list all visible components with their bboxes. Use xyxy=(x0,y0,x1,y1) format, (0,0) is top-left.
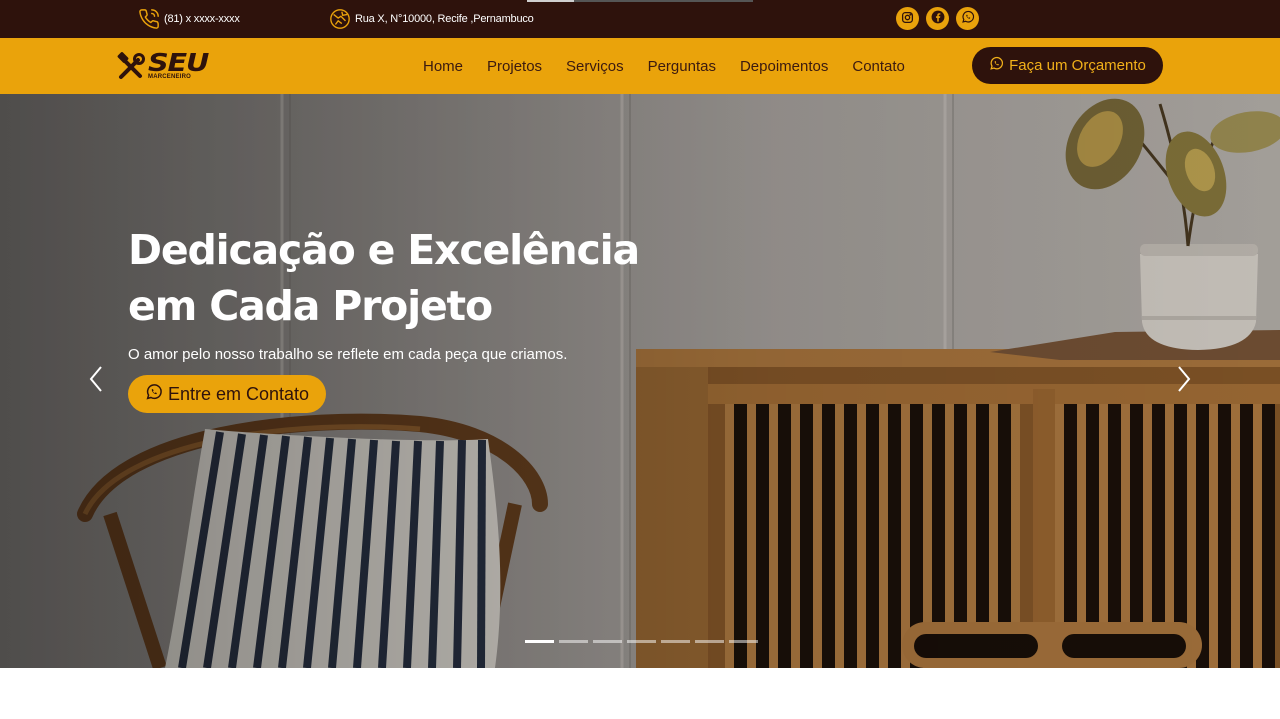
whatsapp-icon xyxy=(145,383,163,406)
contact-button-label: Entre em Contato xyxy=(167,383,310,404)
slider-dot[interactable] xyxy=(627,640,656,643)
instagram-icon xyxy=(901,11,914,27)
hero-title: Dedicação e Excelência em Cada Projeto xyxy=(128,222,688,334)
phone-text: (81) x xxxx-xxxx xyxy=(164,13,240,25)
facebook-icon xyxy=(931,10,945,27)
slider-dot[interactable] xyxy=(525,640,554,643)
slider-dot[interactable] xyxy=(661,640,690,643)
logo-word: SEU xyxy=(148,48,209,77)
tools-icon xyxy=(116,52,146,87)
address-text: Rua X, N°10000, Recife ,Pernambuco xyxy=(355,13,534,25)
nav-home[interactable]: Home xyxy=(423,58,463,75)
slider-dot[interactable] xyxy=(695,640,724,643)
social-links xyxy=(896,7,979,30)
contact-button[interactable]: Entre em Contato xyxy=(128,375,326,413)
hero-title-line-1: Dedicação e Excelência xyxy=(128,226,640,274)
instagram-link[interactable] xyxy=(896,7,919,30)
whatsapp-icon xyxy=(961,10,975,27)
chevron-left-icon xyxy=(88,365,104,398)
hero-title-line-2: em Cada Projeto xyxy=(128,282,493,330)
nav-menu: Home Projetos Serviços Perguntas Depoime… xyxy=(423,38,929,94)
whatsapp-link[interactable] xyxy=(956,7,979,30)
quote-button[interactable]: Faça um Orçamento xyxy=(972,47,1163,84)
nav-servicos[interactable]: Serviços xyxy=(566,58,624,75)
slider-dot[interactable] xyxy=(729,640,758,643)
top-scroll-indicator xyxy=(527,0,753,2)
site-logo[interactable]: SEU MARCENEIRO xyxy=(116,50,216,84)
slider-pagination xyxy=(525,640,758,643)
facebook-link[interactable] xyxy=(926,7,949,30)
logo-subtitle: MARCENEIRO xyxy=(148,74,192,80)
nav-contato[interactable]: Contato xyxy=(852,58,905,75)
slider-dot[interactable] xyxy=(559,640,588,643)
topbar: (81) x xxxx-xxxx Rua X, N°10000, Recife … xyxy=(0,0,1280,38)
slider-next-button[interactable] xyxy=(1172,364,1196,398)
main-navbar: SEU MARCENEIRO Home Projetos Serviços Pe… xyxy=(0,38,1280,94)
whatsapp-icon xyxy=(989,56,1004,75)
hero-subtitle: O amor pelo nosso trabalho se reflete em… xyxy=(128,346,568,363)
chevron-right-icon xyxy=(1176,365,1192,398)
map-icon xyxy=(329,8,351,30)
hero-slider: Dedicação e Excelência em Cada Projeto O… xyxy=(0,94,1280,668)
nav-depoimentos[interactable]: Depoimentos xyxy=(740,58,828,75)
phone-info[interactable]: (81) x xxxx-xxxx xyxy=(138,8,240,30)
nav-perguntas[interactable]: Perguntas xyxy=(648,58,716,75)
slider-dot[interactable] xyxy=(593,640,622,643)
quote-button-label: Faça um Orçamento xyxy=(1009,57,1146,74)
nav-projetos[interactable]: Projetos xyxy=(487,58,542,75)
slider-prev-button[interactable] xyxy=(84,364,108,398)
phone-icon xyxy=(138,8,160,30)
address-info: Rua X, N°10000, Recife ,Pernambuco xyxy=(329,8,534,30)
